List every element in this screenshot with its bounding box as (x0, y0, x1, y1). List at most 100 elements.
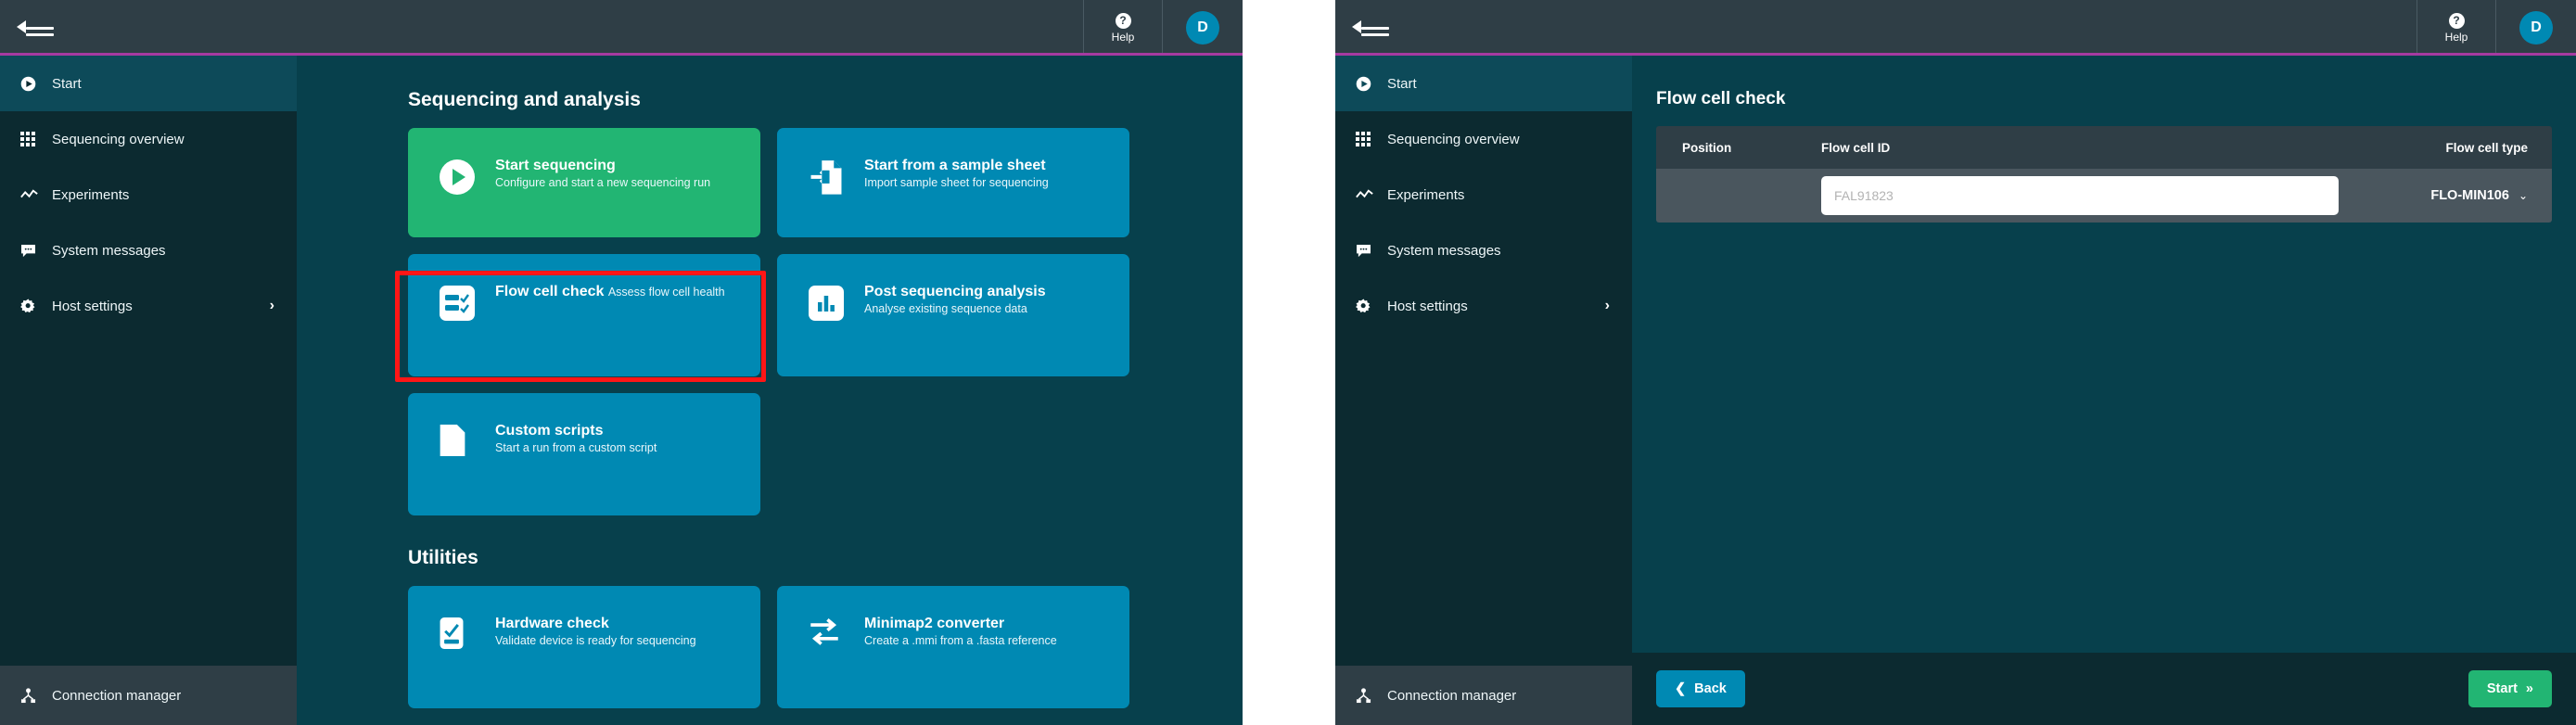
top-bar-left: ? Help D (0, 0, 1243, 56)
column-header-flow-cell-id: Flow cell ID (1821, 140, 1891, 155)
line-chart-icon (20, 188, 52, 201)
tile-title: Start from a sample sheet (864, 158, 1046, 173)
tile-subtitle: Analyse existing sequence data (864, 302, 1027, 315)
left-body: Start Sequencing overview Experiments Sy… (0, 56, 1243, 725)
sidebar-item-experiments[interactable]: Experiments (0, 167, 297, 223)
help-label: Help (1111, 30, 1135, 44)
sidebar-item-label: Experiments (52, 186, 130, 203)
section-title-utilities: Utilities (408, 547, 478, 568)
chevron-down-icon: ⌄ (2518, 189, 2528, 202)
tile-custom-scripts[interactable]: Custom scripts Start a run from a custom… (408, 393, 760, 515)
tile-title: Custom scripts (495, 423, 604, 439)
tile-post-sequencing-analysis[interactable]: Post sequencing analysis Analyse existin… (777, 254, 1129, 376)
sidebar-item-label: Experiments (1387, 186, 1465, 203)
flow-cell-type-dropdown[interactable]: FLO-MIN106 ⌄ (2430, 188, 2528, 203)
main-content-right: Flow cell check Position Flow cell ID Fl… (1632, 56, 2576, 725)
start-button-label: Start (2486, 681, 2518, 696)
sidebar-item-host-settings[interactable]: Host settings › (1335, 278, 1632, 334)
collapse-sidebar-button[interactable] (1335, 0, 1632, 56)
tile-title: Minimap2 converter (864, 616, 1005, 631)
section-title-sequencing: Sequencing and analysis (408, 89, 641, 110)
file-import-icon (809, 158, 859, 197)
collapse-menu-icon (1352, 17, 1389, 39)
flow-cell-check-content: Flow cell check Position Flow cell ID Fl… (1632, 56, 2576, 653)
right-body: Start Sequencing overview Experiments Sy… (1335, 56, 2576, 725)
flow-cell-id-input[interactable] (1821, 176, 2339, 215)
sidebar-item-start[interactable]: Start (1335, 56, 1632, 111)
sidebar-item-host-settings[interactable]: Host settings › (0, 278, 297, 334)
bar-chart-icon (809, 284, 859, 321)
tile-start-from-sample-sheet[interactable]: Start from a sample sheet Import sample … (777, 128, 1129, 237)
sidebar-item-label: Start (1387, 75, 1417, 92)
sidebar-left: Start Sequencing overview Experiments Sy… (0, 56, 297, 725)
help-button[interactable]: ? Help (1083, 0, 1163, 56)
question-mark-icon: ? (1115, 12, 1131, 29)
collapse-menu-icon (17, 17, 54, 39)
tile-hardware-check[interactable]: Hardware check Validate device is ready … (408, 586, 760, 708)
sidebar-item-system-messages[interactable]: System messages (0, 223, 297, 278)
avatar[interactable]: D (2519, 11, 2553, 45)
gear-icon (1356, 299, 1387, 314)
sidebar-item-label: System messages (1387, 242, 1501, 259)
tile-grid-sequencing: Start sequencing Configure and start a n… (408, 128, 1141, 515)
flow-cell-table: Position Flow cell ID Flow cell type FAL… (1656, 126, 2552, 223)
avatar-wrapper: D (1163, 0, 1243, 56)
sidebar-item-label: System messages (52, 242, 166, 259)
document-icon (440, 423, 490, 456)
back-button-label: Back (1694, 681, 1727, 696)
chevron-right-icon: › (269, 298, 274, 313)
chevron-left-icon: ❮ (1675, 681, 1687, 696)
sidebar-item-label: Sequencing overview (1387, 131, 1520, 147)
help-button[interactable]: ? Help (2417, 0, 2496, 56)
grid-icon (20, 132, 52, 146)
table-header-row: Position Flow cell ID Flow cell type (1656, 126, 2552, 169)
left-window: ? Help D Start Sequencing overview Exper… (0, 0, 1243, 725)
tile-subtitle: Validate device is ready for sequencing (495, 634, 696, 647)
sidebar-item-experiments[interactable]: Experiments (1335, 167, 1632, 223)
tile-title: Hardware check (495, 616, 609, 631)
connection-manager-label: Connection manager (1387, 687, 1517, 704)
network-node-icon (20, 687, 52, 704)
page-title: Flow cell check (1656, 89, 1786, 108)
screenshot-root: ? Help D Start Sequencing overview Exper… (0, 0, 2576, 725)
help-label: Help (2444, 30, 2468, 44)
tile-start-sequencing[interactable]: Start sequencing Configure and start a n… (408, 128, 760, 237)
connection-manager-button[interactable]: Connection manager (1335, 666, 1632, 725)
tile-subtitle: Create a .mmi from a .fasta reference (864, 634, 1057, 647)
connection-manager-button[interactable]: Connection manager (0, 666, 297, 725)
table-row: FLO-MIN106 ⌄ (1656, 169, 2552, 223)
tile-flow-cell-check[interactable]: Flow cell check Assess flow cell health (408, 254, 760, 376)
convert-arrows-icon (809, 616, 859, 647)
tile-subtitle: Import sample sheet for sequencing (864, 176, 1049, 189)
main-content-left: Sequencing and analysis Start sequencing… (297, 56, 1243, 725)
start-button[interactable]: Start » (2468, 670, 2552, 707)
sidebar-item-sequencing-overview[interactable]: Sequencing overview (1335, 111, 1632, 167)
back-button[interactable]: ❮ Back (1656, 670, 1745, 707)
sidebar-item-label: Start (52, 75, 82, 92)
tile-title: Post sequencing analysis (864, 284, 1046, 299)
column-header-position: Position (1682, 140, 1732, 155)
tile-title: Flow cell check (495, 284, 605, 299)
tile-subtitle: Assess flow cell health (607, 286, 725, 299)
sidebar-item-start[interactable]: Start (0, 56, 297, 111)
footer-bar: ❮ Back Start » (1632, 653, 2576, 725)
sidebar-item-label: Host settings (1387, 298, 1468, 314)
tile-minimap2-converter[interactable]: Minimap2 converter Create a .mmi from a … (777, 586, 1129, 708)
tile-title: Start sequencing (495, 158, 616, 173)
tile-grid-utilities: Hardware check Validate device is ready … (408, 586, 1141, 708)
message-bubble-icon (1356, 244, 1387, 258)
play-circle-icon (20, 76, 52, 92)
tile-subtitle: Configure and start a new sequencing run (495, 176, 711, 189)
checklist-icon (440, 284, 490, 321)
sidebar-item-sequencing-overview[interactable]: Sequencing overview (0, 111, 297, 167)
sidebar-item-system-messages[interactable]: System messages (1335, 223, 1632, 278)
tile-subtitle: Start a run from a custom script (495, 441, 657, 454)
column-header-flow-cell-type: Flow cell type (2445, 140, 2528, 155)
gear-icon (20, 299, 52, 314)
avatar[interactable]: D (1186, 11, 1219, 45)
collapse-sidebar-button[interactable] (0, 0, 297, 56)
sidebar-item-label: Host settings (52, 298, 133, 314)
network-node-icon (1356, 687, 1387, 704)
top-bar-right: ? Help D (1335, 0, 2576, 56)
sidebar-nav: Start Sequencing overview Experiments Sy… (1335, 56, 1632, 666)
